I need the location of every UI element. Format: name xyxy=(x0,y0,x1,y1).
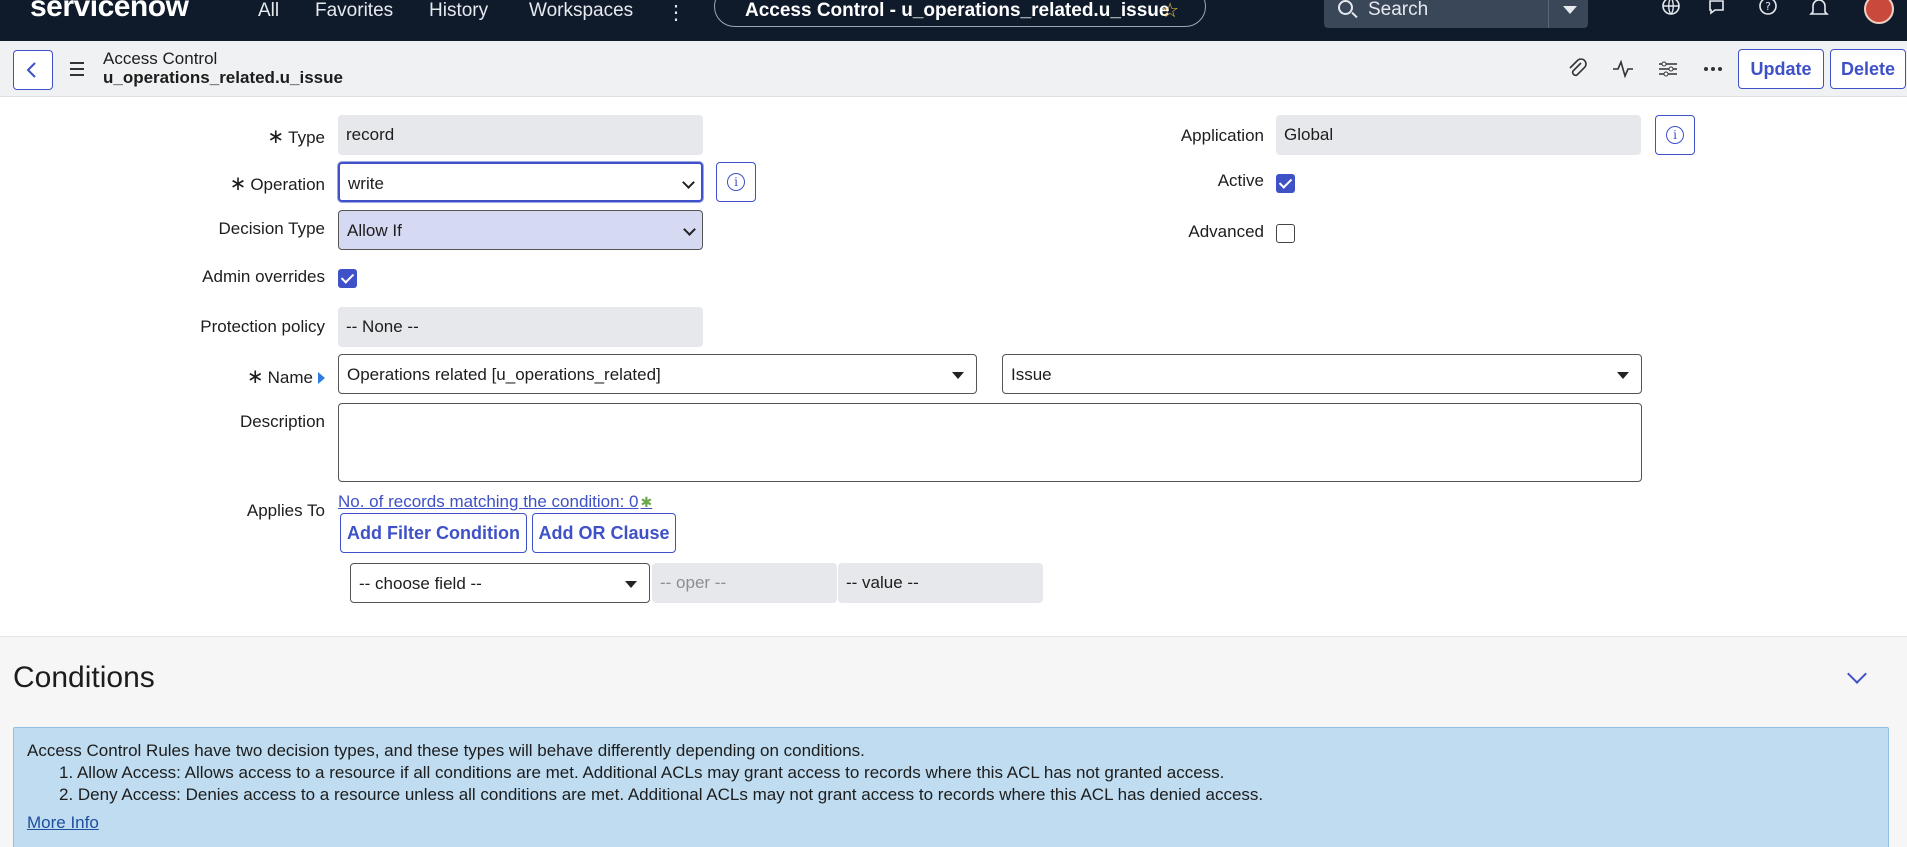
operation-info-button[interactable]: i xyxy=(716,162,756,202)
back-button[interactable] xyxy=(13,50,53,90)
svg-text:?: ? xyxy=(1765,0,1771,13)
nav-all[interactable]: All xyxy=(258,0,279,22)
required-asterisk-icon: ∗ xyxy=(246,366,264,388)
name-field-value: Issue xyxy=(1011,365,1052,384)
chat-icon[interactable] xyxy=(1707,0,1731,24)
activity-pulse-icon[interactable] xyxy=(1611,57,1635,81)
search-input[interactable]: Search xyxy=(1368,0,1428,20)
conditions-info-message: Access Control Rules have two decision t… xyxy=(13,727,1889,847)
context-menu-icon[interactable] xyxy=(70,62,84,80)
update-button[interactable]: Update xyxy=(1738,49,1824,89)
name-field-select[interactable]: Issue xyxy=(1002,354,1642,394)
advanced-checkbox[interactable] xyxy=(1276,224,1295,243)
record-display-name: u_operations_related.u_issue xyxy=(103,68,343,87)
add-or-clause-button[interactable]: Add OR Clause xyxy=(532,513,676,553)
application-field[interactable]: Global xyxy=(1276,115,1641,155)
delete-button[interactable]: Delete xyxy=(1830,49,1906,89)
conditions-intro: Access Control Rules have two decision t… xyxy=(27,741,865,760)
description-textarea[interactable] xyxy=(338,403,1642,482)
record-title: Access Control - u_operations_related.u_… xyxy=(745,0,1170,21)
favorite-star-icon[interactable]: ☆ xyxy=(1161,0,1179,23)
more-info-link[interactable]: More Info xyxy=(27,812,99,834)
attachment-paperclip-icon[interactable] xyxy=(1565,57,1589,81)
required-asterisk-icon: ∗ xyxy=(229,173,247,195)
search-scope-dropdown[interactable] xyxy=(1548,0,1588,28)
nav-history[interactable]: History xyxy=(429,0,488,22)
collapse-chevron-icon[interactable] xyxy=(1847,664,1867,684)
description-label: Description xyxy=(239,412,325,431)
expand-reference-icon[interactable] xyxy=(318,372,325,384)
info-icon: i xyxy=(1666,126,1684,144)
name-table-value: Operations related [u_operations_related… xyxy=(347,365,661,384)
application-info-button[interactable]: i xyxy=(1655,115,1695,155)
required-asterisk-icon: ∗ xyxy=(267,126,285,148)
protection-policy-field[interactable]: -- None -- xyxy=(338,307,703,347)
advanced-label: Advanced xyxy=(1188,222,1264,241)
globe-icon[interactable] xyxy=(1659,0,1683,24)
search-icon xyxy=(1338,0,1353,15)
conditions-deny-item: 2. Deny Access: Denies access to a resou… xyxy=(59,785,1264,804)
refresh-count-icon[interactable]: ✱ xyxy=(641,494,653,510)
choose-field-value: -- choose field -- xyxy=(359,574,482,593)
applies-to-label: Applies To xyxy=(246,501,325,520)
operation-select[interactable]: write xyxy=(338,162,703,202)
caret-down-icon xyxy=(952,372,964,379)
operation-label: ∗ Operation xyxy=(229,173,325,195)
operator-select[interactable]: -- oper -- xyxy=(652,563,837,603)
admin-overrides-checkbox[interactable] xyxy=(338,269,357,288)
protection-policy-label: Protection policy xyxy=(200,317,325,336)
caret-down-icon xyxy=(1617,372,1629,379)
personalize-sliders-icon[interactable] xyxy=(1656,57,1680,81)
chevron-left-icon xyxy=(26,62,36,78)
record-type-title: Access Control xyxy=(103,49,218,68)
type-label: ∗ Type xyxy=(267,126,325,148)
choose-field-select[interactable]: -- choose field -- xyxy=(350,563,650,603)
caret-down-icon xyxy=(625,581,637,588)
name-label: ∗ Name xyxy=(247,364,325,389)
decision-type-select[interactable]: Allow If xyxy=(338,210,703,250)
chevron-down-icon xyxy=(682,176,695,189)
user-avatar[interactable] xyxy=(1864,0,1894,24)
application-label: Application xyxy=(1180,126,1264,145)
type-field[interactable]: record xyxy=(338,115,703,155)
record-header: Access Control u_operations_related.u_is… xyxy=(0,41,1907,97)
decision-type-value: Allow If xyxy=(347,221,402,240)
servicenow-logo[interactable]: servicenow xyxy=(30,0,189,24)
global-search[interactable]: Search xyxy=(1324,0,1588,28)
name-table-select[interactable]: Operations related [u_operations_related… xyxy=(338,354,977,394)
nav-favorites[interactable]: Favorites xyxy=(315,0,393,22)
notifications-bell-icon[interactable] xyxy=(1807,0,1831,24)
more-menu-icon[interactable]: ⋮ xyxy=(666,0,686,25)
top-navigation: servicenow All Favorites History Workspa… xyxy=(0,0,1907,41)
admin-overrides-label: Admin overrides xyxy=(202,267,325,286)
operation-value: write xyxy=(348,174,384,193)
help-icon[interactable]: ? xyxy=(1756,0,1780,24)
nav-workspaces[interactable]: Workspaces xyxy=(529,0,633,22)
matching-records-link[interactable]: No. of records matching the condition: 0… xyxy=(338,492,652,512)
info-icon: i xyxy=(727,173,745,191)
value-field[interactable]: -- value -- xyxy=(838,563,1043,603)
more-options-icon[interactable] xyxy=(1701,57,1725,81)
chevron-down-icon xyxy=(683,223,696,236)
active-label: Active xyxy=(1217,171,1264,190)
conditions-section: Conditions Access Control Rules have two… xyxy=(0,636,1907,847)
active-checkbox[interactable] xyxy=(1276,174,1295,193)
conditions-heading: Conditions xyxy=(13,661,155,694)
add-filter-condition-button[interactable]: Add Filter Condition xyxy=(340,513,527,553)
decision-type-label: Decision Type xyxy=(218,219,325,238)
record-title-pill[interactable]: Access Control - u_operations_related.u_… xyxy=(714,0,1206,27)
conditions-allow-item: 1. Allow Access: Allows access to a reso… xyxy=(59,763,1225,782)
